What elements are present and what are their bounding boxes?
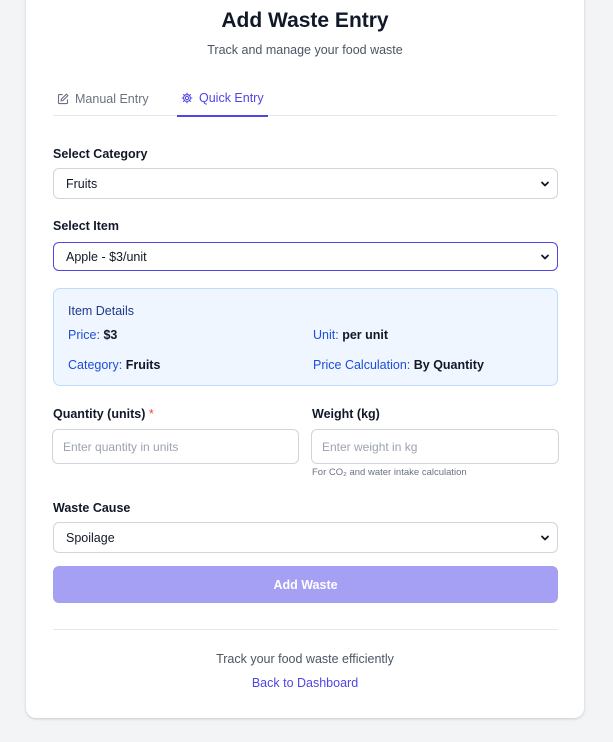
item-details-title: Item Details (68, 304, 134, 318)
detail-price-value: $3 (103, 328, 118, 342)
detail-unit-label: Unit: (313, 328, 339, 342)
weight-hint: For CO₂ and water intake calculation (312, 467, 467, 478)
chevron-down-icon (541, 181, 549, 186)
gear-icon (181, 92, 193, 104)
edit-icon (57, 93, 69, 104)
page-title: Add Waste Entry (221, 9, 389, 32)
footer-text: Track your food waste efficiently (216, 652, 394, 666)
detail-category-value: Fruits (125, 358, 161, 372)
required-mark: * (148, 407, 154, 421)
item-select-value: Apple - $3/unit (66, 249, 147, 264)
detail-price-label: Price: (68, 328, 100, 342)
entry-tabs: Manual Entry Quick Entry (53, 81, 557, 117)
tab-manual-label: Manual Entry (75, 91, 149, 106)
footer-divider (53, 629, 558, 630)
detail-category-label: Category: (68, 358, 123, 372)
add-waste-button[interactable]: Add Waste (53, 566, 558, 603)
item-details-panel: Item Details Price: $3 Unit: per unit Ca… (53, 288, 558, 386)
detail-price: Price: $3 (68, 328, 117, 342)
detail-price-calculation: Price Calculation: By Quantity (313, 358, 484, 372)
category-select[interactable]: Fruits (53, 168, 558, 199)
detail-unit-value: per unit (342, 328, 389, 342)
page-subtitle: Track and manage your food waste (207, 43, 403, 57)
weight-label: Weight (kg) (312, 407, 380, 421)
quantity-input[interactable] (52, 429, 299, 464)
weight-input[interactable] (311, 429, 559, 464)
waste-cause-label: Waste Cause (53, 501, 131, 515)
detail-category: Category: Fruits (68, 358, 160, 372)
item-select[interactable]: Apple - $3/unit (53, 242, 558, 271)
chevron-down-icon (541, 535, 549, 540)
tab-quick-label: Quick Entry (199, 91, 264, 105)
category-label: Select Category (53, 147, 148, 161)
chevron-down-icon (541, 254, 549, 259)
category-select-value: Fruits (66, 176, 98, 191)
tab-manual-entry[interactable]: Manual Entry (57, 81, 149, 116)
waste-cause-select[interactable]: Spoilage (53, 522, 558, 553)
back-to-dashboard-link[interactable]: Back to Dashboard (26, 676, 584, 690)
tab-quick-entry[interactable]: Quick Entry (177, 81, 268, 117)
waste-cause-value: Spoilage (66, 530, 115, 545)
detail-unit: Unit: per unit (313, 328, 388, 342)
item-label: Select Item (53, 219, 120, 233)
detail-calc-label: Price Calculation: (313, 358, 411, 372)
quantity-label-text: Quantity (units) (53, 407, 146, 421)
quantity-label: Quantity (units) * (53, 407, 154, 421)
detail-calc-value: By Quantity (413, 358, 484, 372)
waste-entry-card: Add Waste Entry Track and manage your fo… (26, 0, 584, 718)
